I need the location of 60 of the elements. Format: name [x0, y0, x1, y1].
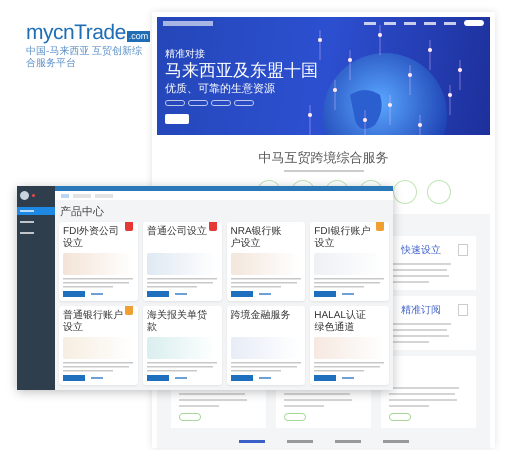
service-card-title: 快速设立 [401, 244, 441, 257]
hero-button[interactable] [165, 114, 189, 124]
logo-domain: .com [126, 31, 150, 42]
text-lines-drawing [63, 362, 133, 372]
status-dot-icon [32, 194, 35, 197]
product-title: 普通公司设立 [146, 226, 208, 239]
text-lines-drawing [230, 362, 300, 372]
hero-headline: 马来西亚及东盟十国 [165, 61, 318, 82]
document-icon [458, 304, 468, 316]
card-button[interactable] [146, 375, 169, 381]
product-title: FDI银行账户设立 [314, 226, 372, 250]
document-icon [458, 244, 468, 256]
details-pill-button[interactable] [179, 413, 201, 421]
section-title: 中马互贸跨境综合服务 [258, 149, 390, 167]
nav-pill-button[interactable] [464, 20, 484, 26]
text-lines-drawing [63, 278, 133, 288]
card-link[interactable] [258, 293, 270, 295]
card-button[interactable] [230, 291, 252, 297]
logo-tagline: 中国-马来西亚 互贸创新综合服务平台 [26, 46, 144, 70]
hero-tag[interactable] [234, 100, 254, 106]
card-button[interactable] [146, 291, 169, 297]
hero-subline: 优质、可靠的生意资源 [165, 82, 275, 96]
card-link[interactable] [174, 293, 187, 295]
product-title: 普通银行账户设立 [63, 310, 124, 334]
tab[interactable] [61, 194, 69, 198]
card-link[interactable] [258, 377, 270, 379]
hero-tag[interactable] [165, 100, 185, 106]
service-card-title: 精准订阅 [401, 304, 441, 317]
text-lines-drawing [230, 278, 300, 288]
details-pill-button[interactable] [284, 413, 306, 421]
nav-link[interactable] [444, 22, 456, 24]
hero-tag[interactable] [188, 100, 208, 106]
product-title: HALAL认证绿色通道 [314, 310, 367, 334]
page-heading: 产品中心 [59, 204, 105, 220]
card-button[interactable] [314, 291, 336, 297]
service-circle-icon[interactable] [426, 180, 450, 204]
card-link[interactable] [342, 293, 354, 295]
hero-tag[interactable] [211, 100, 231, 106]
card-button[interactable] [230, 375, 252, 381]
card-link[interactable] [342, 377, 354, 379]
text-lines-drawing [146, 278, 217, 288]
site-logo-lines [163, 20, 213, 26]
nav-link[interactable] [424, 22, 436, 24]
card-link[interactable] [174, 377, 187, 379]
nav-link[interactable] [364, 22, 376, 24]
logo-wordmark: mycnTrade [26, 22, 126, 43]
product-title: 跨境金融服务 [230, 310, 292, 323]
hero-kicker: 精准对接 [165, 48, 205, 61]
text-lines-drawing [314, 362, 384, 372]
details-pill-button[interactable] [389, 413, 411, 421]
text-lines-drawing [314, 278, 384, 288]
nav-link[interactable] [404, 22, 416, 24]
nav-link[interactable] [384, 22, 396, 24]
product-title: FDI外资公司设立 [63, 226, 120, 250]
card-button[interactable] [314, 375, 336, 381]
product-title: NRA银行账户设立 [230, 226, 283, 250]
text-lines-drawing [146, 362, 217, 372]
avatar-icon [20, 191, 29, 200]
text-lines-drawing [389, 387, 459, 407]
product-title: 海关报关单贷款 [146, 310, 208, 334]
